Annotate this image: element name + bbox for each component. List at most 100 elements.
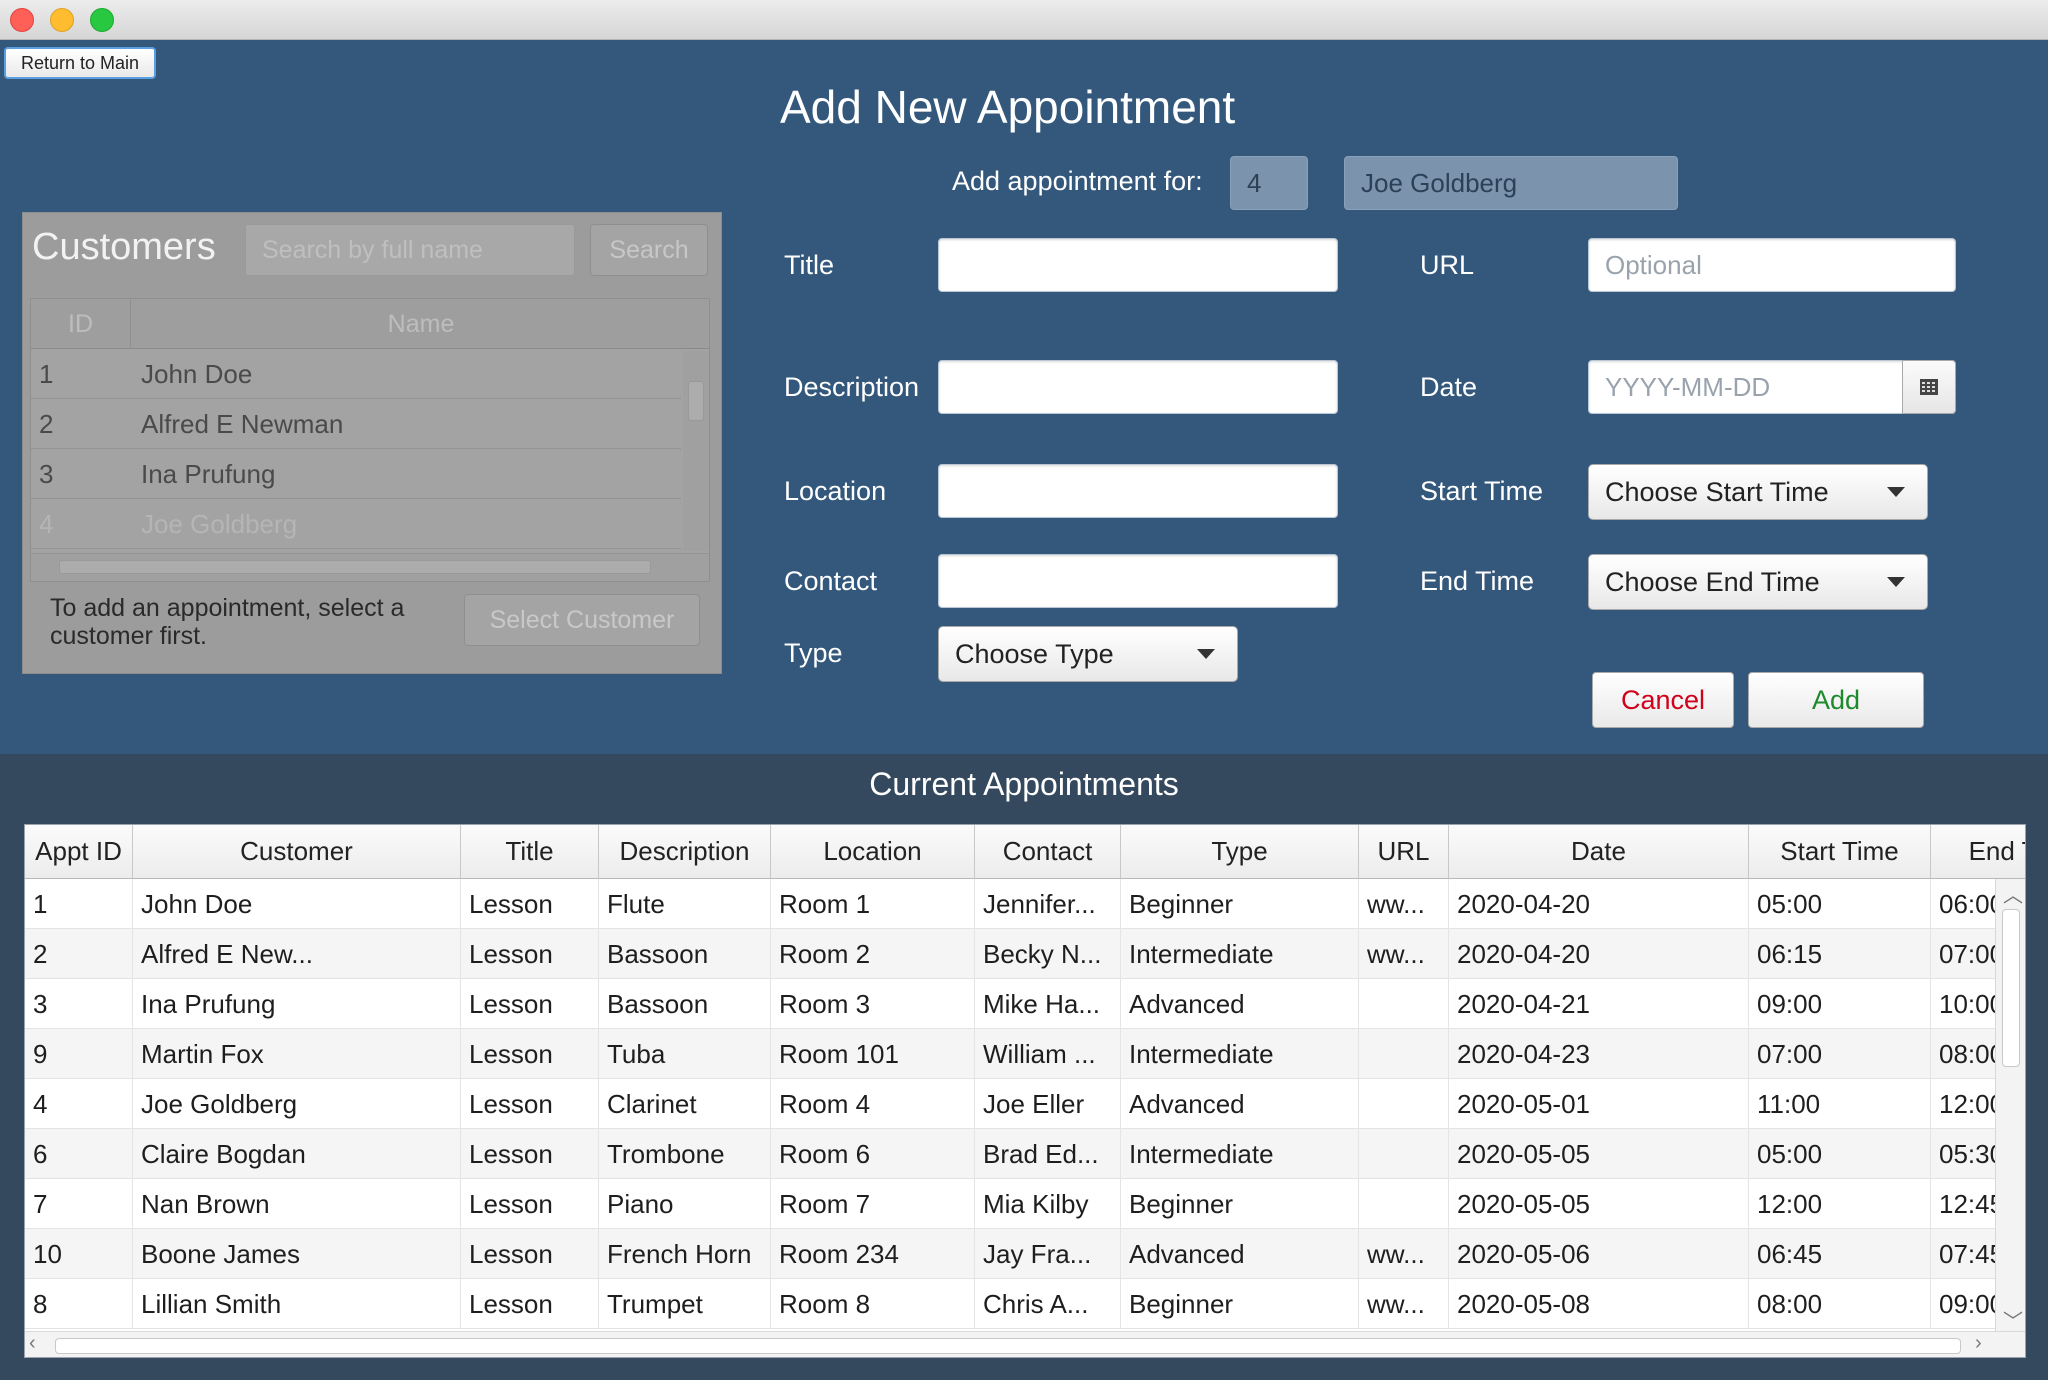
title-cell: Lesson: [461, 929, 599, 979]
column-header-customer[interactable]: Customer: [133, 825, 461, 879]
customer-row[interactable]: 4 Joe Goldberg: [31, 499, 681, 549]
date-cell: 2020-04-20: [1449, 879, 1749, 929]
type-cell: Intermediate: [1121, 1029, 1359, 1079]
customer-name-cell: John Doe: [141, 358, 253, 389]
type-select[interactable]: Choose Type: [938, 626, 1238, 682]
start-time-value: Choose Start Time: [1605, 476, 1829, 507]
column-header-start-time[interactable]: Start Time: [1749, 825, 1931, 879]
add-button[interactable]: Add: [1748, 672, 1924, 728]
customers-vertical-scrollbar[interactable]: [683, 351, 709, 551]
column-header-name[interactable]: Name: [131, 299, 709, 349]
column-header-description[interactable]: Description: [599, 825, 771, 879]
for-label: Add appointment for:: [952, 166, 1203, 196]
contact-cell: Mike Ha...: [975, 979, 1121, 1029]
appointments-horizontal-scrollbar[interactable]: ‹ ›: [25, 1331, 2025, 1357]
customer-cell: Alfred E New...: [133, 929, 461, 979]
date-cell: 2020-05-01: [1449, 1079, 1749, 1129]
contact-cell: Jennifer...: [975, 879, 1121, 929]
column-header-type[interactable]: Type: [1121, 825, 1359, 879]
url-cell: [1359, 1179, 1449, 1229]
type-cell: Advanced: [1121, 979, 1359, 1029]
appointment-row[interactable]: 9 Martin Fox Lesson Tuba Room 101 William ...…: [25, 1029, 2004, 1079]
appointments-vertical-scrollbar[interactable]: ︿ ﹀: [1995, 879, 2025, 1335]
customer-name-cell: Ina Prufung: [141, 458, 276, 489]
customer-row[interactable]: 2 Alfred E Newman: [31, 399, 681, 449]
customer-cell: Joe Goldberg: [133, 1079, 461, 1129]
scrollbar-thumb[interactable]: [59, 560, 651, 574]
scrollbar-thumb[interactable]: [2002, 909, 2020, 1067]
customer-cell: Ina Prufung: [133, 979, 461, 1029]
column-header-url[interactable]: URL: [1359, 825, 1449, 879]
customers-horizontal-scrollbar[interactable]: [31, 553, 709, 581]
appt-id-cell: 7: [25, 1179, 133, 1229]
start-time-cell: 06:15: [1749, 929, 1931, 979]
appt-id-cell: 10: [25, 1229, 133, 1279]
chevron-right-icon[interactable]: ›: [1975, 1332, 1982, 1355]
title-cell: Lesson: [461, 1279, 599, 1329]
scrollbar-thumb[interactable]: [688, 381, 704, 421]
appointment-row[interactable]: 4 Joe Goldberg Lesson Clarinet Room 4 Joe Ell…: [25, 1079, 2004, 1129]
contact-input[interactable]: [938, 554, 1338, 608]
return-to-main-button[interactable]: Return to Main: [4, 47, 156, 79]
column-header-end-time[interactable]: End Time: [1931, 825, 2025, 879]
column-header-id[interactable]: ID: [31, 299, 131, 349]
description-cell: Trumpet: [599, 1279, 771, 1329]
customer-id-cell: 1: [39, 358, 54, 389]
date-input[interactable]: YYYY-MM-DD: [1588, 360, 1956, 414]
contact-cell: Jay Fra...: [975, 1229, 1121, 1279]
date-cell: 2020-04-20: [1449, 929, 1749, 979]
contact-cell: Joe Eller: [975, 1079, 1121, 1129]
start-time-cell: 09:00: [1749, 979, 1931, 1029]
start-time-cell: 08:00: [1749, 1279, 1931, 1329]
select-customer-button[interactable]: Select Customer: [464, 594, 700, 646]
customer-search-placeholder: Search by full name: [262, 235, 483, 264]
location-input[interactable]: [938, 464, 1338, 518]
chevron-down-icon[interactable]: ﹀: [2003, 1305, 2023, 1334]
description-cell: Bassoon: [599, 979, 771, 1029]
minimize-window-button[interactable]: [50, 8, 74, 32]
appointment-row[interactable]: 8 Lillian Smith Lesson Trumpet Room 8 Chris A…: [25, 1279, 2004, 1329]
appt-id-cell: 4: [25, 1079, 133, 1129]
customers-table: ID Name 1 John Doe 2 Alfred E Newman 3 I…: [30, 298, 710, 582]
contact-cell: William ...: [975, 1029, 1121, 1079]
customer-search-input[interactable]: Search by full name: [245, 224, 575, 276]
start-time-cell: 07:00: [1749, 1029, 1931, 1079]
description-cell: Piano: [599, 1179, 771, 1229]
url-cell: ww...: [1359, 1279, 1449, 1329]
customer-name-cell: Alfred E Newman: [141, 408, 344, 439]
column-header-title[interactable]: Title: [461, 825, 599, 879]
start-time-select[interactable]: Choose Start Time: [1588, 464, 1928, 520]
calendar-picker-button[interactable]: [1902, 360, 1956, 414]
description-cell: Trombone: [599, 1129, 771, 1179]
customers-heading: Customers: [32, 226, 216, 268]
start-time-cell: 11:00: [1749, 1079, 1931, 1129]
chevron-up-icon[interactable]: ︿: [2003, 879, 2023, 908]
appointment-row[interactable]: 6 Claire Bogdan Lesson Trombone Room 6 Brad E…: [25, 1129, 2004, 1179]
title-input[interactable]: [938, 238, 1338, 292]
scrollbar-thumb[interactable]: [55, 1338, 1961, 1354]
url-input[interactable]: Optional: [1588, 238, 1956, 292]
description-input[interactable]: [938, 360, 1338, 414]
appointment-row[interactable]: 7 Nan Brown Lesson Piano Room 7 Mia Kilby Begi…: [25, 1179, 2004, 1229]
location-cell: Room 8: [771, 1279, 975, 1329]
column-header-contact[interactable]: Contact: [975, 825, 1121, 879]
appointment-row[interactable]: 10 Boone James Lesson French Horn Room 234 Ja…: [25, 1229, 2004, 1279]
customer-row[interactable]: 1 John Doe: [31, 349, 681, 399]
customer-search-button[interactable]: Search: [590, 224, 708, 276]
location-cell: Room 7: [771, 1179, 975, 1229]
end-time-select[interactable]: Choose End Time: [1588, 554, 1928, 610]
column-header-date[interactable]: Date: [1449, 825, 1749, 879]
zoom-window-button[interactable]: [90, 8, 114, 32]
cancel-button[interactable]: Cancel: [1592, 672, 1734, 728]
chevron-left-icon[interactable]: ‹: [29, 1332, 36, 1355]
contact-cell: Mia Kilby: [975, 1179, 1121, 1229]
appointment-row[interactable]: 3 Ina Prufung Lesson Bassoon Room 3 Mike Ha..…: [25, 979, 2004, 1029]
customer-row[interactable]: 3 Ina Prufung: [31, 449, 681, 499]
appointment-row[interactable]: 2 Alfred E New... Lesson Bassoon Room 2 Becky…: [25, 929, 2004, 979]
appointments-heading: Current Appointments: [869, 766, 1179, 802]
close-window-button[interactable]: [10, 8, 34, 32]
description-cell: Flute: [599, 879, 771, 929]
column-header-location[interactable]: Location: [771, 825, 975, 879]
column-header-appt-id[interactable]: Appt ID: [25, 825, 133, 879]
appointment-row[interactable]: 1 John Doe Lesson Flute Room 1 Jennifer... Beg…: [25, 879, 2004, 929]
